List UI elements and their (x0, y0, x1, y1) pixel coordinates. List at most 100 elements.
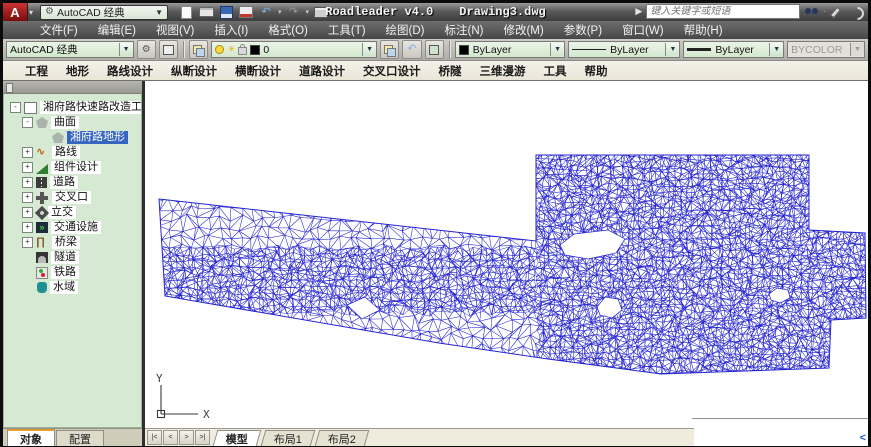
tree-item-terrain-surface[interactable]: 湘府路地形 (8, 130, 139, 145)
dot-separator: · (823, 7, 826, 16)
scroll-left-arrow-icon[interactable]: < (860, 433, 866, 444)
design-menu-crosssection[interactable]: 横断设计 (227, 63, 289, 79)
make-object-layer-current-button[interactable] (380, 40, 399, 59)
wrench-icon[interactable] (830, 5, 845, 18)
design-menu-road[interactable]: 道路设计 (291, 63, 353, 79)
design-menu-bridge-tunnel[interactable]: 桥隧 (431, 63, 470, 79)
layer-states-button[interactable] (425, 40, 444, 59)
tab-objects[interactable]: 对象 (7, 429, 55, 446)
tree-item-components[interactable]: + 组件设计 (8, 160, 139, 175)
next-tab-button[interactable]: > (179, 430, 194, 445)
menu-view[interactable]: 视图(V) (147, 22, 203, 38)
menu-modify[interactable]: 修改(M) (494, 22, 552, 38)
redo-dropdown-icon[interactable]: ▾ (306, 8, 310, 16)
tab-layout1[interactable]: 布局1 (261, 430, 316, 446)
expand-icon[interactable]: + (22, 237, 33, 248)
menu-window[interactable]: 窗口(W) (613, 22, 673, 38)
menu-bar: 文件(F) 编辑(E) 视图(V) 插入(I) 格式(O) 工具(T) 绘图(D… (3, 21, 868, 39)
layer-combo[interactable]: ☀ 0 ▼ (211, 41, 377, 58)
chevron-down-icon[interactable]: ▼ (769, 43, 783, 56)
tree-item-traffic-facilities[interactable]: + » 交通设施 (8, 220, 139, 235)
tab-settings[interactable]: 配置 (56, 430, 104, 446)
autocad-logo-icon[interactable]: A (3, 3, 28, 21)
prev-tab-button[interactable]: < (163, 430, 178, 445)
redo-icon[interactable]: ↷ (286, 5, 302, 20)
menu-help[interactable]: 帮助(H) (675, 22, 732, 38)
design-menu-intersection[interactable]: 交叉口设计 (355, 63, 429, 79)
undo-icon[interactable]: ↶ (258, 5, 274, 20)
workspace-switcher[interactable]: ⚙ AutoCAD 经典 ▼ (40, 5, 168, 20)
lineweight-combo[interactable]: ByLayer ▼ (683, 41, 784, 58)
menu-parametric[interactable]: 参数(P) (555, 22, 611, 38)
plot-preview-icon[interactable] (238, 5, 254, 20)
menu-tools[interactable]: 工具(T) (319, 22, 375, 38)
search-expand-icon[interactable]: ▶ (635, 6, 642, 17)
tab-layout2[interactable]: 布局2 (315, 430, 370, 446)
new-file-icon[interactable] (178, 5, 194, 20)
layer-properties-button[interactable] (189, 40, 208, 59)
design-menu-help[interactable]: 帮助 (577, 63, 616, 79)
expand-icon[interactable]: + (22, 147, 33, 158)
menu-edit[interactable]: 编辑(E) (89, 22, 145, 38)
chevron-down-icon[interactable]: ▼ (550, 43, 564, 56)
tree-item-label: 立交 (48, 206, 76, 219)
expand-icon[interactable]: + (22, 207, 33, 218)
tree-item-intersections[interactable]: + 交叉口 (8, 190, 139, 205)
layer-name: 0 (263, 44, 269, 56)
chevron-down-icon[interactable]: ▼ (362, 43, 376, 56)
chevron-down-icon[interactable]: ▼ (665, 43, 679, 56)
expand-icon[interactable]: + (22, 162, 33, 173)
undo-dropdown-icon[interactable]: ▾ (278, 8, 282, 16)
layer-on-bulb-icon[interactable] (215, 45, 224, 54)
traffic-facility-icon: » (36, 222, 48, 233)
expand-icon[interactable]: + (22, 177, 33, 188)
design-menu-3d-roam[interactable]: 三维漫游 (472, 63, 534, 79)
last-tab-button[interactable]: >| (195, 430, 210, 445)
menu-file[interactable]: 文件(F) (31, 22, 87, 38)
tree-item-label: 路线 (52, 146, 80, 159)
tree-item-water-areas[interactable]: 水域 (8, 280, 139, 295)
drawing-canvas[interactable]: Y X |< < > >| 模型 布局1 布局2 < (145, 81, 868, 446)
design-menu-terrain[interactable]: 地形 (58, 63, 97, 79)
menu-insert[interactable]: 插入(I) (205, 22, 257, 38)
design-menu-project[interactable]: 工程 (17, 63, 56, 79)
tree-item-project-root[interactable]: - 湘府路快速路改造工程 (8, 100, 139, 115)
color-combo[interactable]: ByLayer ▼ (455, 41, 565, 58)
ucs-icon (158, 385, 199, 418)
search-input[interactable] (646, 4, 800, 19)
tree-item-roads[interactable]: + 道路 (8, 175, 139, 190)
open-folder-icon[interactable] (198, 5, 214, 20)
workspace-settings-button[interactable]: ⚙ (137, 40, 156, 59)
first-tab-button[interactable]: |< (147, 430, 162, 445)
layer-freeze-sun-icon[interactable]: ☀ (227, 45, 235, 54)
tree-item-bridges[interactable]: + ∏ 桥梁 (8, 235, 139, 250)
tree-item-surfaces[interactable]: - 曲面 (8, 115, 139, 130)
logo-dropdown-icon[interactable]: ▾ (29, 8, 33, 17)
workspace-combo[interactable]: AutoCAD 经典 ▼ (6, 41, 134, 58)
tree-item-interchanges[interactable]: + 立交 (8, 205, 139, 220)
design-menu-tools[interactable]: 工具 (536, 63, 575, 79)
tab-model[interactable]: 模型 (213, 430, 262, 446)
tree-item-railways[interactable]: 铁路 (8, 265, 139, 280)
collapse-icon[interactable]: - (10, 102, 21, 113)
panel-grip[interactable] (3, 81, 142, 94)
my-workspace-button[interactable] (159, 40, 178, 59)
collapse-icon[interactable]: - (22, 117, 33, 128)
design-menu-alignment[interactable]: 路线设计 (99, 63, 161, 79)
menu-dimension[interactable]: 标注(N) (436, 22, 493, 38)
layer-previous-button[interactable]: ↶ (402, 40, 421, 59)
tree-item-alignments[interactable]: + ∿ 路线 (8, 145, 139, 160)
chevron-down-icon[interactable]: ▼ (119, 43, 133, 56)
expand-icon[interactable]: + (22, 192, 33, 203)
menu-format[interactable]: 格式(O) (259, 22, 317, 38)
layer-lock-icon[interactable] (238, 47, 247, 55)
save-icon[interactable] (218, 5, 234, 20)
search-binoculars-icon[interactable] (804, 5, 819, 18)
tree-item-tunnels[interactable]: 隧道 (8, 250, 139, 265)
scrollbar-track-area[interactable] (692, 418, 868, 446)
linetype-combo[interactable]: ByLayer ▼ (568, 41, 680, 58)
design-menu-profile[interactable]: 纵断设计 (163, 63, 225, 79)
menu-draw[interactable]: 绘图(D) (377, 22, 434, 38)
expand-icon[interactable]: + (22, 222, 33, 233)
communication-center-icon[interactable] (849, 5, 864, 18)
